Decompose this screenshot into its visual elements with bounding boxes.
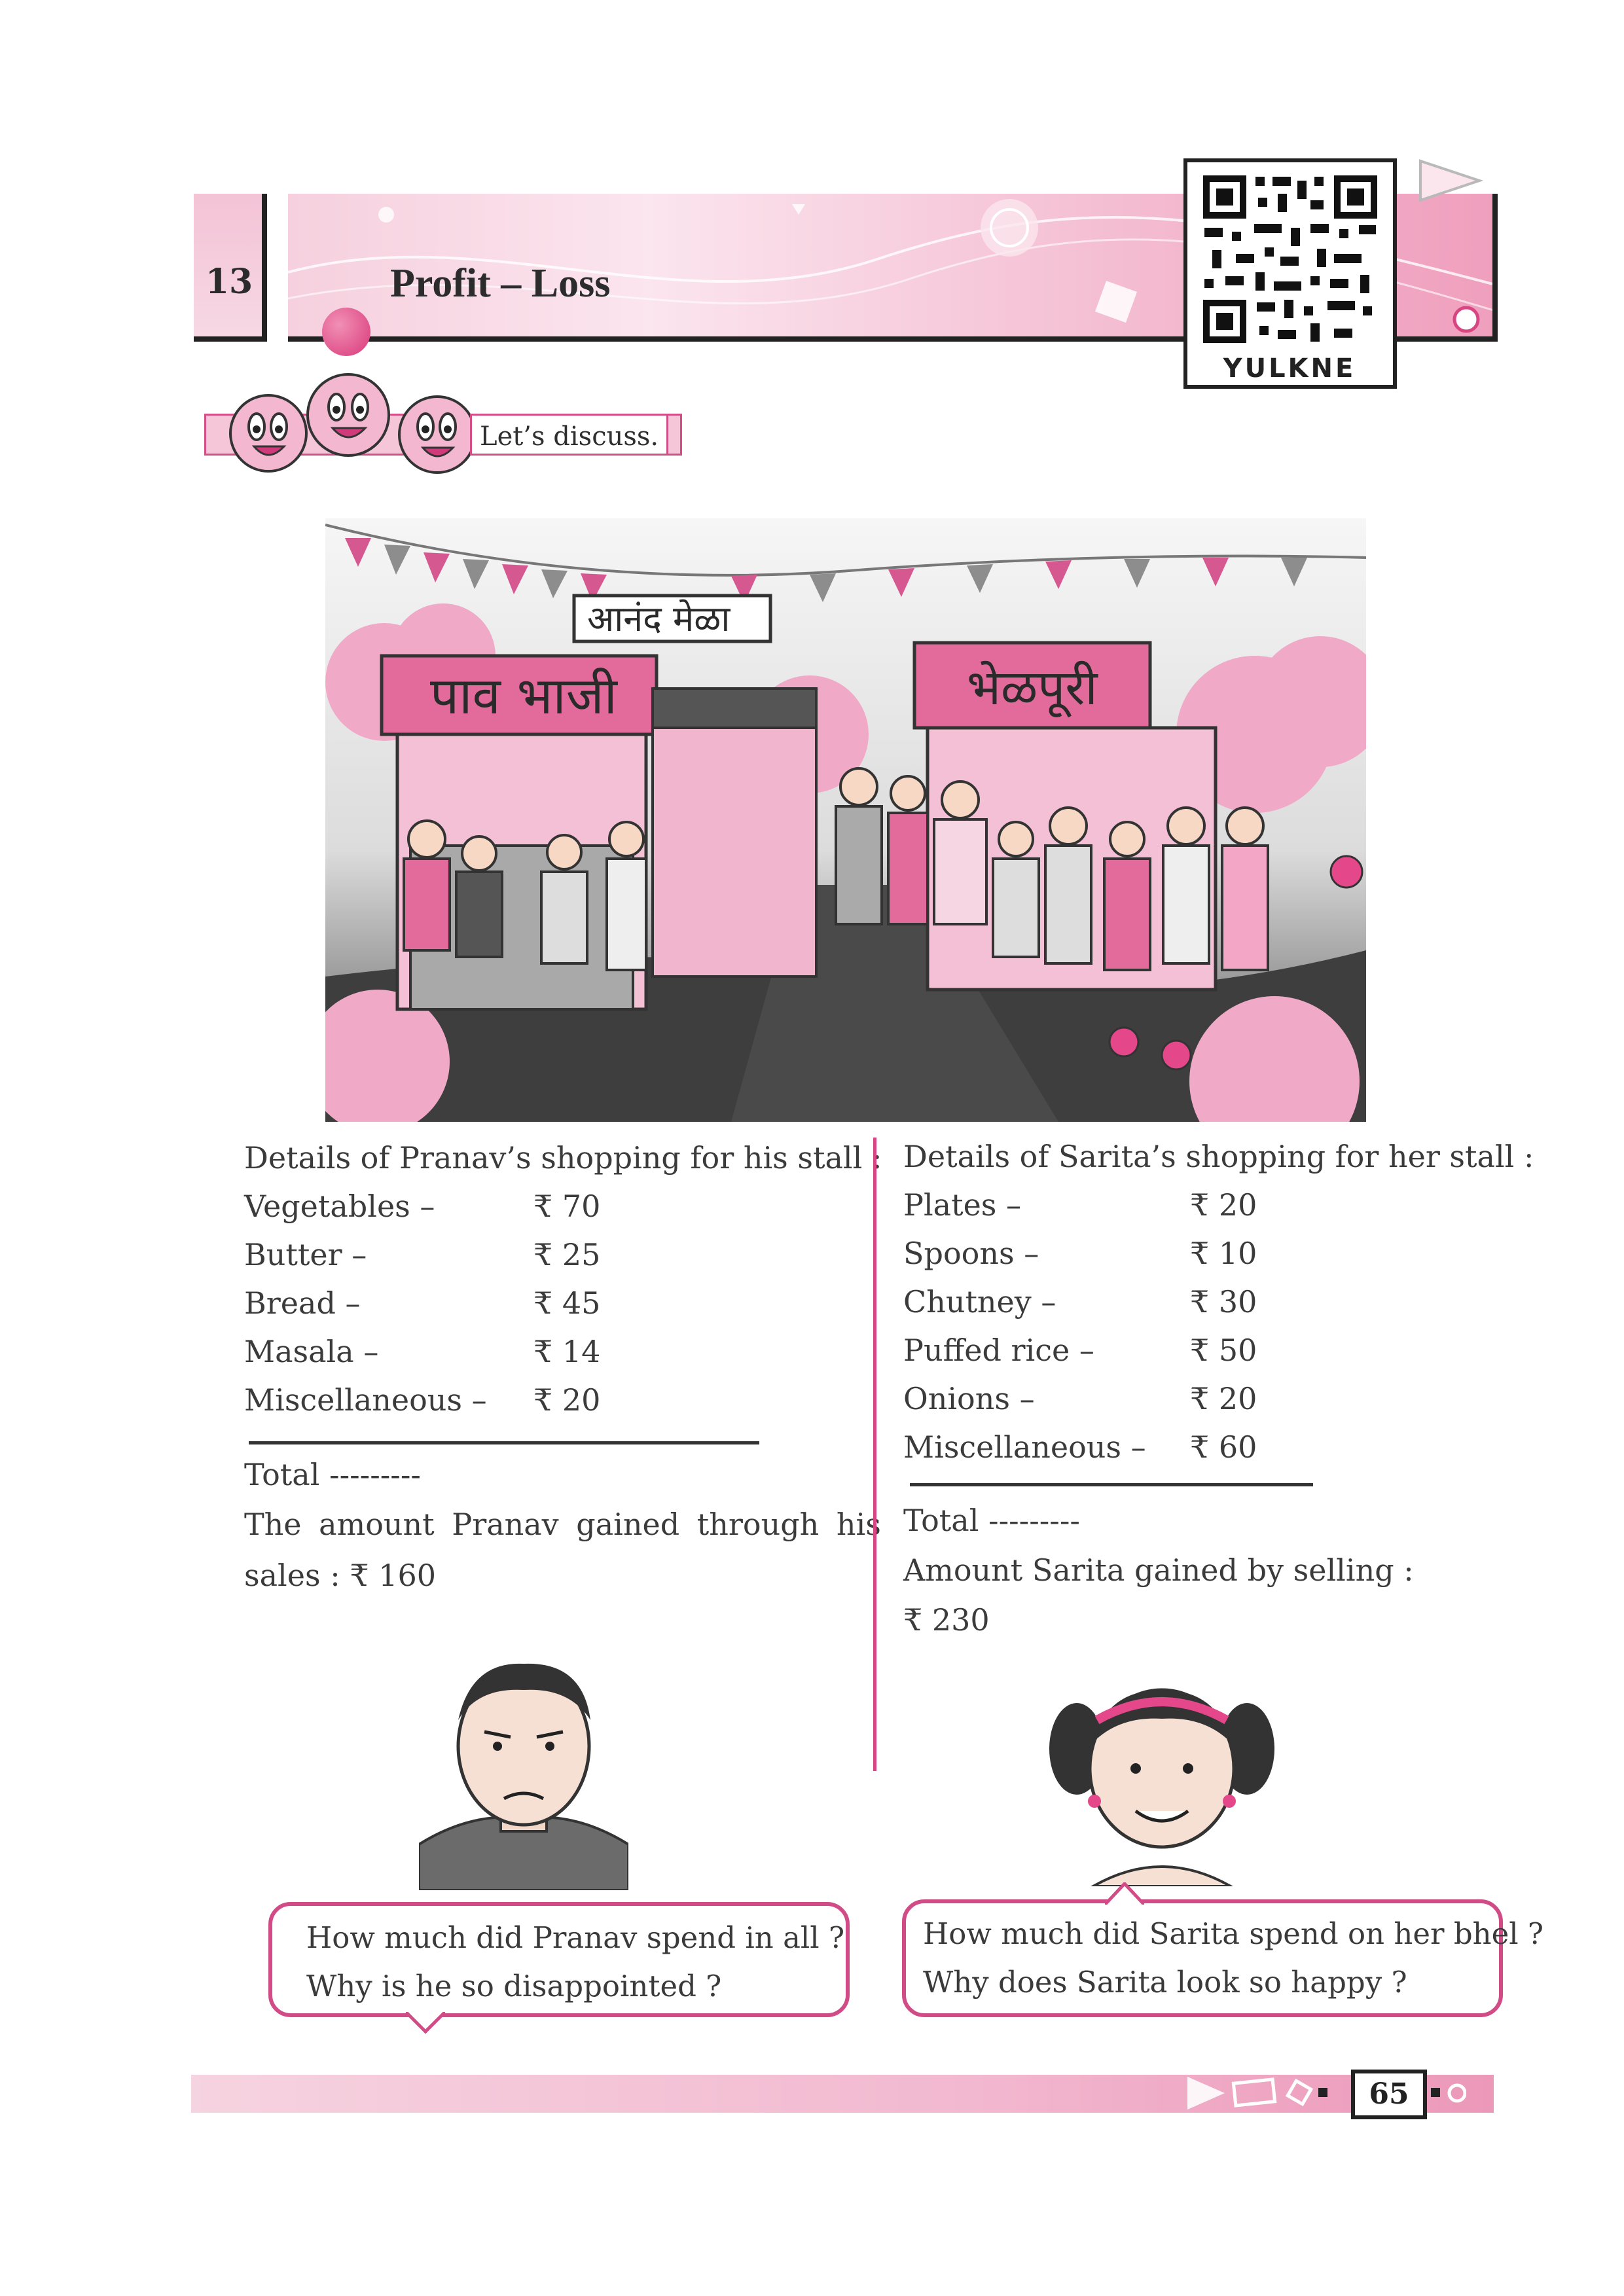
sarita-item-name: Puffed rice –: [903, 1333, 1094, 1368]
pranav-item-price: ₹ 45: [533, 1285, 601, 1321]
sarita-question-2: Why does Sarita look so happy ?: [923, 1965, 1407, 2000]
sarita-list-heading: Details of Sarita’s shopping for her sta…: [903, 1139, 1534, 1174]
fair-illustration: पाव भाजी आनंद मेळा भेळपूरी: [325, 518, 1366, 1122]
sarita-item-price: ₹ 50: [1190, 1333, 1257, 1368]
title-bullet-dot-icon: [322, 308, 370, 356]
sarita-item-price: ₹ 20: [1190, 1187, 1257, 1223]
qr-caption: YULKNE: [1223, 353, 1356, 384]
pranav-total-label: Total ---------: [244, 1457, 421, 1492]
pranav-question-1: How much did Pranav spend in all ?: [306, 1920, 845, 1955]
fair-scene-image: पाव भाजी आनंद मेळा भेळपूरी: [325, 524, 1366, 1122]
column-divider: [873, 1138, 876, 1771]
pranav-item-name: Vegetables –: [244, 1189, 435, 1224]
sarita-item-price: ₹ 10: [1190, 1236, 1257, 1271]
sarita-item-name: Spoons –: [903, 1236, 1039, 1271]
pranav-item-price: ₹ 20: [533, 1382, 601, 1418]
play-triangle-icon: [1419, 159, 1484, 202]
smiley-faces-icon: [229, 373, 471, 474]
sarita-total-rule: [910, 1483, 1313, 1486]
pranav-sad-face-image: [419, 1663, 628, 1890]
pranav-item-name: Miscellaneous –: [244, 1382, 487, 1418]
sarita-question-1: How much did Sarita spend on her bhel ?: [923, 1916, 1544, 1951]
pranav-speech-bubble: How much did Pranav spend in all ? Why i…: [268, 1902, 850, 2017]
chapter-number: 13: [205, 262, 253, 302]
sarita-item-price: ₹ 60: [1190, 1429, 1257, 1465]
pranav-item-name: Bread –: [244, 1285, 361, 1321]
sarita-gain-line2: ₹ 230: [903, 1602, 990, 1638]
pranav-gain-line1: The amount Pranav gained through his: [244, 1507, 881, 1542]
sarita-item-price: ₹ 30: [1190, 1284, 1257, 1319]
sarita-item-name: Plates –: [903, 1187, 1022, 1223]
pranav-list-heading: Details of Pranav’s shopping for his sta…: [244, 1140, 882, 1175]
page-number: 65: [1351, 2070, 1427, 2119]
pranav-total-rule: [249, 1441, 759, 1444]
sarita-item-name: Onions –: [903, 1381, 1035, 1416]
pranav-item-price: ₹ 14: [533, 1334, 601, 1369]
sarita-total-label: Total ---------: [903, 1503, 1080, 1538]
sarita-bubble-tail: [1105, 1882, 1144, 1905]
pranav-item-name: Masala –: [244, 1334, 379, 1369]
sarita-item-price: ₹ 20: [1190, 1381, 1257, 1416]
sarita-happy-face-image: [1049, 1688, 1274, 1886]
pranav-question-2: Why is he so disappointed ?: [306, 1969, 722, 2003]
sarita-gain-line1: Amount Sarita gained by selling :: [903, 1552, 1414, 1588]
pranav-gain-line2: sales : ₹ 160: [244, 1558, 437, 1593]
lets-discuss-label: Let’s discuss.: [470, 414, 669, 456]
pranav-item-price: ₹ 70: [533, 1189, 601, 1224]
ring-decoration-icon: [1453, 306, 1480, 333]
sarita-speech-bubble: How much did Sarita spend on her bhel ? …: [902, 1899, 1543, 2017]
fair-banner-sign: आनंद मेळा: [587, 598, 731, 639]
pranav-bubble-tail: [406, 2012, 445, 2034]
pranav-item-price: ₹ 25: [533, 1237, 601, 1272]
stall-right-sign: भेळपूरी: [967, 660, 1099, 718]
sarita-item-name: Chutney –: [903, 1284, 1056, 1319]
stall-left-sign: पाव भाजी: [430, 667, 619, 726]
sarita-item-name: Miscellaneous –: [903, 1429, 1146, 1465]
qr-code-icon[interactable]: [1199, 171, 1381, 348]
pranav-item-name: Butter –: [244, 1237, 367, 1272]
chapter-title: Profit – Loss: [390, 261, 611, 306]
